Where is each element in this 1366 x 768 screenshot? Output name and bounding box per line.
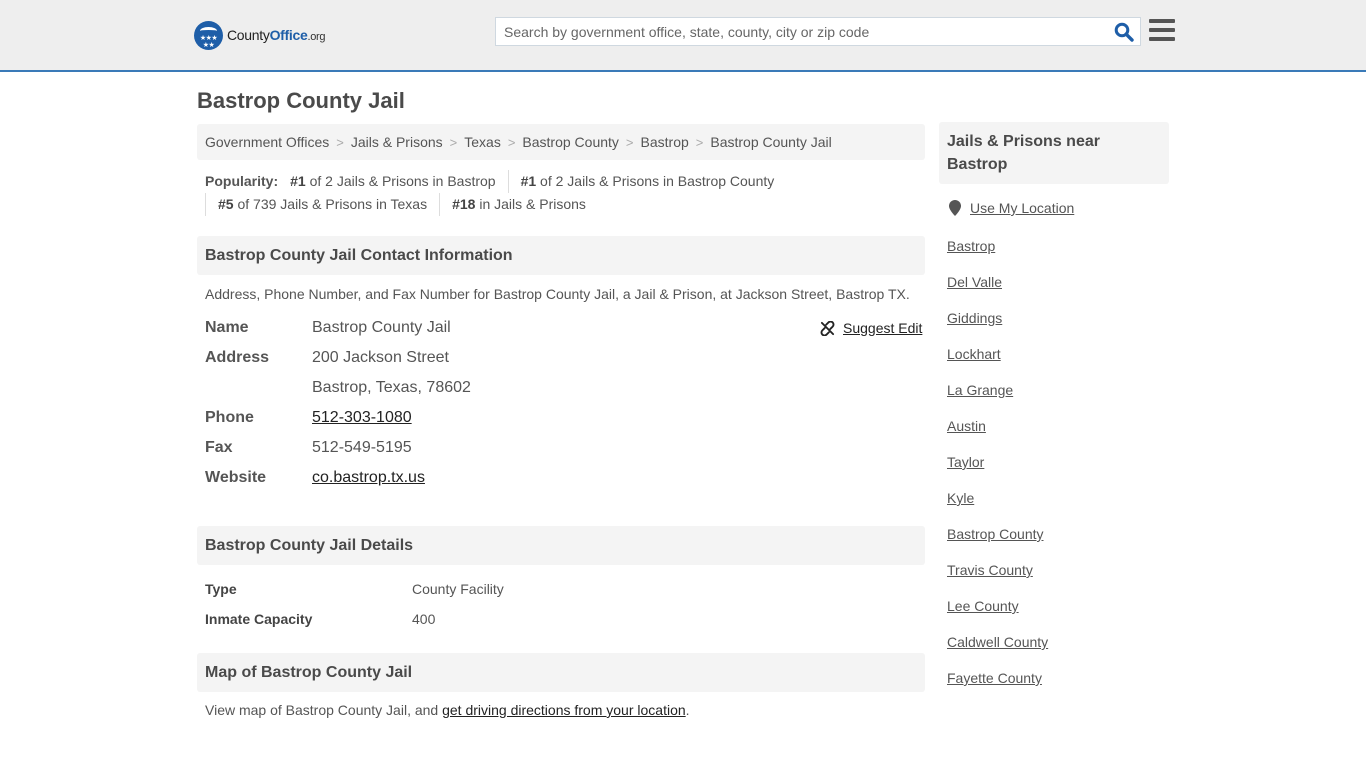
hamburger-menu-button[interactable] <box>1149 19 1175 43</box>
popularity-item: #1 of 2 Jails & Prisons in Bastrop <box>290 173 496 189</box>
inmate-capacity-value: 400 <box>412 611 436 627</box>
search-icon <box>1114 22 1134 42</box>
breadcrumb-separator: > <box>336 134 344 150</box>
nearby-link-kyle[interactable]: Kyle <box>947 490 974 506</box>
hamburger-menu-icon <box>1149 19 1175 23</box>
address-line2: Bastrop, Texas, 78602 <box>312 379 471 396</box>
map-pin-icon <box>949 200 961 216</box>
nearby-link-travis-county[interactable]: Travis County <box>947 562 1033 578</box>
details-row: Inmate Capacity 400 <box>205 604 504 634</box>
nearby-link-giddings[interactable]: Giddings <box>947 310 1002 326</box>
sidebar-heading: Jails & Prisons near Bastrop <box>939 122 1169 184</box>
list-item: Travis County <box>947 560 1048 596</box>
breadcrumb-separator: > <box>449 134 458 150</box>
list-item: La Grange <box>947 380 1048 416</box>
breadcrumb-current: Bastrop County Jail <box>710 134 832 150</box>
map-section-heading: Map of Bastrop County Jail <box>197 653 925 692</box>
contact-row-address-2: Bastrop, Texas, 78602 <box>205 373 471 403</box>
inmate-capacity-label: Inmate Capacity <box>205 611 313 627</box>
search-button[interactable] <box>1114 22 1134 42</box>
contact-section-heading: Bastrop County Jail Contact Information <box>197 236 925 275</box>
breadcrumb-link-jails-prisons[interactable]: Jails & Prisons <box>351 134 443 150</box>
list-item: Caldwell County <box>947 632 1048 668</box>
popularity-item: #5 of 739 Jails & Prisons in Texas <box>205 193 439 216</box>
nearby-link-del-valle[interactable]: Del Valle <box>947 274 1002 290</box>
nearby-links-list: Bastrop Del Valle Giddings Lockhart La G… <box>947 236 1048 704</box>
website-link[interactable]: co.bastrop.tx.us <box>312 469 425 486</box>
phone-label: Phone <box>205 409 254 426</box>
address-line1: 200 Jackson Street <box>312 349 449 366</box>
website-label: Website <box>205 469 267 486</box>
suggest-edit-label: Suggest Edit <box>843 320 923 336</box>
map-description: View map of Bastrop County Jail, and get… <box>205 702 690 718</box>
nearby-link-taylor[interactable]: Taylor <box>947 454 984 470</box>
nearby-link-fayette-county[interactable]: Fayette County <box>947 670 1042 686</box>
nearby-link-lockhart[interactable]: Lockhart <box>947 346 1001 362</box>
site-header: ★★★ ★★ CountyOffice.org <box>0 0 1366 72</box>
eagle-seal-icon: ★★★ ★★ <box>194 20 223 50</box>
list-item: Fayette County <box>947 668 1048 704</box>
popularity-rankings: Popularity: #1 of 2 Jails & Prisons in Ba… <box>205 170 925 216</box>
use-my-location: Use My Location <box>949 200 1074 216</box>
list-item: Austin <box>947 416 1048 452</box>
popularity-label: Popularity: <box>205 173 279 189</box>
contact-description: Address, Phone Number, and Fax Number fo… <box>205 286 910 302</box>
list-item: Bastrop <box>947 236 1048 272</box>
list-item: Bastrop County <box>947 524 1048 560</box>
use-my-location-link[interactable]: Use My Location <box>970 200 1074 216</box>
nearby-link-caldwell-county[interactable]: Caldwell County <box>947 634 1048 650</box>
contact-info-table: Name Bastrop County Jail Address 200 Jac… <box>205 313 471 493</box>
breadcrumb-link-government-offices[interactable]: Government Offices <box>205 134 329 150</box>
contact-row-website: Website co.bastrop.tx.us <box>205 463 471 493</box>
logo-wordmark: CountyOffice.org <box>227 27 326 43</box>
breadcrumb: Government Offices > Jails & Prisons > T… <box>197 124 925 160</box>
contact-row-phone: Phone 512-303-1080 <box>205 403 471 433</box>
nearby-link-bastrop[interactable]: Bastrop <box>947 238 995 254</box>
site-logo[interactable]: ★★★ ★★ CountyOffice.org <box>194 20 326 50</box>
broken-link-icon <box>820 320 835 336</box>
suggest-edit-link[interactable]: Suggest Edit <box>820 320 922 336</box>
details-row: Type County Facility <box>205 574 504 604</box>
type-value: County Facility <box>412 581 504 597</box>
list-item: Kyle <box>947 488 1048 524</box>
details-table: Type County Facility Inmate Capacity 400 <box>205 574 504 634</box>
popularity-item: #1 of 2 Jails & Prisons in Bastrop Count… <box>507 170 787 193</box>
contact-row-fax: Fax 512-549-5195 <box>205 433 471 463</box>
list-item: Giddings <box>947 308 1048 344</box>
name-label: Name <box>205 319 249 336</box>
breadcrumb-separator: > <box>625 134 634 150</box>
nearby-link-bastrop-county[interactable]: Bastrop County <box>947 526 1044 542</box>
list-item: Lee County <box>947 596 1048 632</box>
details-section-heading: Bastrop County Jail Details <box>197 526 925 565</box>
contact-row-name: Name Bastrop County Jail <box>205 313 471 343</box>
nearby-link-lee-county[interactable]: Lee County <box>947 598 1019 614</box>
search-input[interactable] <box>496 18 1096 45</box>
breadcrumb-separator: > <box>695 134 704 150</box>
driving-directions-link[interactable]: get driving directions from your locatio… <box>442 702 686 718</box>
fax-value: 512-549-5195 <box>312 439 412 456</box>
address-label: Address <box>205 349 270 366</box>
list-item: Del Valle <box>947 272 1048 308</box>
breadcrumb-link-texas[interactable]: Texas <box>464 134 501 150</box>
breadcrumb-link-bastrop[interactable]: Bastrop <box>641 134 689 150</box>
name-value: Bastrop County Jail <box>312 319 451 336</box>
list-item: Taylor <box>947 452 1048 488</box>
phone-link[interactable]: 512-303-1080 <box>312 409 412 426</box>
page-title: Bastrop County Jail <box>197 88 405 113</box>
breadcrumb-link-bastrop-county[interactable]: Bastrop County <box>522 134 619 150</box>
contact-row-address: Address 200 Jackson Street <box>205 343 471 373</box>
list-item: Lockhart <box>947 344 1048 380</box>
type-label: Type <box>205 581 237 597</box>
nearby-link-austin[interactable]: Austin <box>947 418 986 434</box>
popularity-item: #18 in Jails & Prisons <box>439 193 598 216</box>
breadcrumb-separator: > <box>507 134 516 150</box>
search-box <box>495 17 1141 46</box>
nearby-link-la-grange[interactable]: La Grange <box>947 382 1013 398</box>
fax-label: Fax <box>205 439 233 456</box>
